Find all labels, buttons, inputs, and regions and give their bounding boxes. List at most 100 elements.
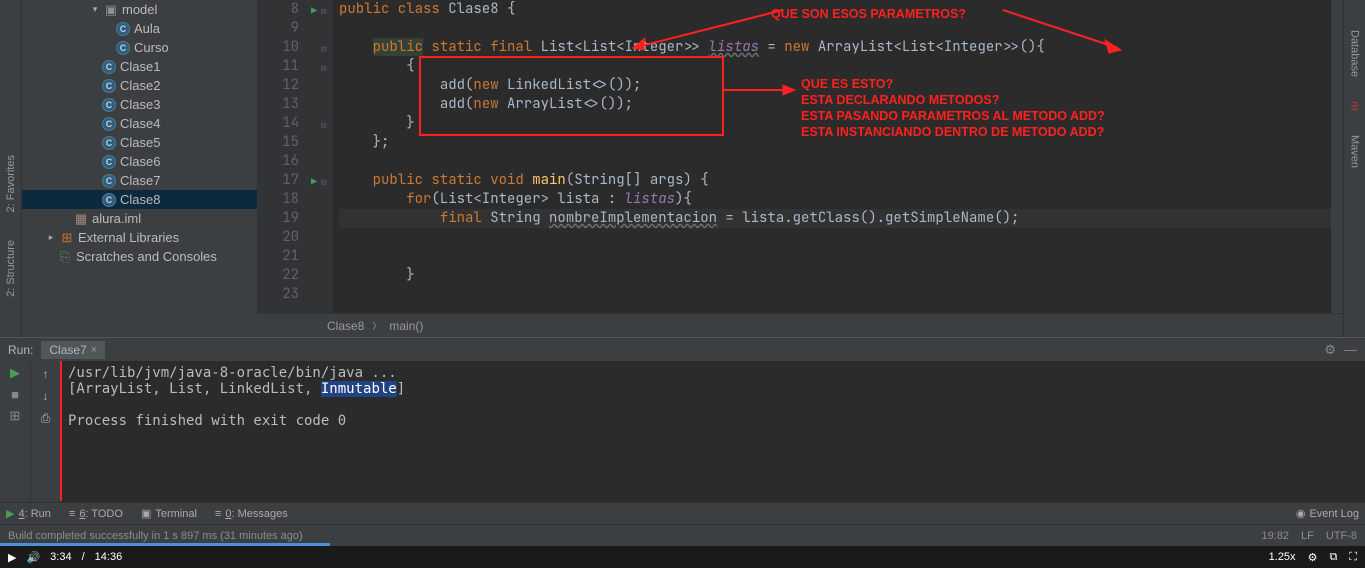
volume-icon[interactable]: 🔊 — [26, 551, 40, 564]
run-tab[interactable]: Clase7 × — [41, 341, 105, 359]
minimize-icon[interactable]: — — [1344, 342, 1357, 357]
maven-tool-icon[interactable]: m — [1349, 101, 1361, 111]
tab-event-log[interactable]: ◉Event Log — [1296, 507, 1359, 520]
tab-todo[interactable]: ≡6: TODO — [69, 508, 123, 520]
class-icon: C — [102, 98, 116, 112]
run-gutter-icon[interactable]: ▶ — [311, 172, 317, 191]
rerun-icon[interactable]: ▶ — [10, 365, 20, 381]
stop-icon[interactable]: ■ — [11, 387, 19, 402]
line-number: 13 — [257, 95, 301, 114]
tree-file-alura[interactable]: ▦ alura.iml — [22, 209, 257, 228]
tree-folder-model[interactable]: ▾ ▣ model — [22, 0, 257, 19]
breadcrumb[interactable]: Clase8 〉 main() — [257, 313, 1343, 337]
cursor-position[interactable]: 19:82 — [1261, 530, 1289, 542]
folder-icon: ▣ — [104, 3, 118, 17]
class-icon: C — [102, 117, 116, 131]
fold-icon[interactable]: ⊟ — [321, 59, 326, 78]
annotation-line: ESTA INSTANCIANDO DENTRO DE METODO ADD? — [801, 124, 1105, 140]
tab-messages[interactable]: ≡0: Messages — [215, 508, 288, 520]
line-number: 22 — [257, 266, 301, 285]
run-output[interactable]: /usr/lib/jvm/java-8-oracle/bin/java ... … — [60, 361, 1365, 502]
chevron-right-icon[interactable]: ▸ — [46, 232, 56, 243]
chevron-down-icon[interactable]: ▾ — [90, 4, 100, 15]
class-icon: C — [102, 60, 116, 74]
database-tool[interactable]: Database — [1349, 30, 1361, 77]
line-number: 9 — [257, 19, 301, 38]
maven-tool[interactable]: Maven — [1349, 135, 1361, 168]
line-sep[interactable]: LF — [1301, 530, 1314, 542]
tree-class-aula[interactable]: C Aula — [22, 19, 257, 38]
annotation-line: QUE ES ESTO? — [801, 76, 1105, 92]
project-tree[interactable]: ▾ ▣ model C Aula C Curso C Clase1 C Clas… — [22, 0, 257, 337]
arrow-icon — [723, 80, 803, 100]
favorites-tool[interactable]: 2: Favorites — [5, 155, 17, 212]
print-icon[interactable]: ⎙ — [41, 411, 51, 426]
event-log-icon: ◉ — [1296, 507, 1306, 520]
line-number: 16 — [257, 152, 301, 171]
fold-column[interactable]: ⊟ ⊟ ⊟ ⊟ ⊟ — [319, 0, 333, 313]
playback-speed[interactable]: 1.25x — [1269, 551, 1296, 563]
tab-terminal[interactable]: ▣Terminal — [141, 507, 197, 520]
down-icon[interactable]: ↓ — [43, 389, 49, 403]
left-tool-rail: 2: Favorites 2: Structure — [0, 0, 22, 337]
right-tool-rail: Database m Maven — [1343, 0, 1365, 337]
annotation-text: QUE ES ESTO? ESTA DECLARANDO METODOS? ES… — [801, 76, 1105, 140]
tree-ext-libs[interactable]: ▸ ⊞ External Libraries — [22, 228, 257, 247]
play-icon[interactable]: ▶ — [8, 551, 16, 564]
gear-icon[interactable]: ⚙ — [1324, 342, 1336, 358]
bottom-tool-tabs: ▶4: Run ≡6: TODO ▣Terminal ≡0: Messages … — [0, 502, 1365, 524]
file-icon: ▦ — [74, 212, 88, 226]
line-number: 14 — [257, 114, 301, 133]
scratches-icon: ⎘ — [58, 250, 72, 264]
editor-scrollbar[interactable] — [1331, 0, 1343, 313]
annotation-text: QUE SON ESOS PARAMETROS? — [771, 5, 966, 24]
pip-icon[interactable]: ⧉ — [1329, 551, 1337, 564]
up-icon[interactable]: ↑ — [43, 367, 49, 381]
tree-label: Scratches and Consoles — [76, 249, 217, 264]
editor[interactable]: 8 ▶ 9 10 11 12 13 14 15 16 17 ▶ 18 19 20… — [257, 0, 1343, 337]
settings-icon[interactable]: ⚙ — [1308, 551, 1318, 564]
tree-class-clase4[interactable]: C Clase4 — [22, 114, 257, 133]
tab-run[interactable]: ▶4: Run — [6, 507, 51, 520]
class-icon: C — [116, 41, 130, 55]
encoding[interactable]: UTF-8 — [1326, 530, 1357, 542]
structure-tool[interactable]: 2: Structure — [5, 240, 17, 297]
tree-class-clase1[interactable]: C Clase1 — [22, 57, 257, 76]
tree-label: alura.iml — [92, 211, 141, 226]
tree-class-clase5[interactable]: C Clase5 — [22, 133, 257, 152]
tree-class-curso[interactable]: C Curso — [22, 38, 257, 57]
fold-icon[interactable]: ⊟ — [321, 173, 326, 192]
arrow-icon — [613, 0, 793, 55]
fold-icon[interactable]: ⊟ — [321, 40, 326, 59]
breadcrumb-item[interactable]: Clase8 — [327, 319, 364, 333]
close-icon[interactable]: × — [91, 344, 97, 356]
line-number: 21 — [257, 247, 301, 266]
code-body[interactable]: public class Clase8 { public static fina… — [333, 0, 1331, 313]
class-icon: C — [102, 79, 116, 93]
fold-icon[interactable]: ⊟ — [321, 2, 326, 21]
tree-class-clase3[interactable]: C Clase3 — [22, 95, 257, 114]
run-side-toolbar: ↑ ↓ ⎙ — [30, 361, 60, 502]
breadcrumb-item[interactable]: main() — [389, 319, 423, 333]
tree-scratches[interactable]: ⎘ Scratches and Consoles — [22, 247, 257, 266]
video-progress[interactable] — [0, 543, 330, 546]
fullscreen-icon[interactable]: ⛶ — [1349, 551, 1357, 564]
fold-icon[interactable]: ⊟ — [321, 116, 326, 135]
line-number: 10 — [257, 38, 301, 57]
run-title: Run: — [8, 343, 33, 357]
tree-class-clase7[interactable]: C Clase7 — [22, 171, 257, 190]
tree-class-clase2[interactable]: C Clase2 — [22, 76, 257, 95]
code-line: final String nombreImplementacion = list… — [339, 209, 1331, 228]
tree-class-clase8[interactable]: C Clase8 — [22, 190, 257, 209]
gutter[interactable]: 8 ▶ 9 10 11 12 13 14 15 16 17 ▶ 18 19 20… — [257, 0, 319, 313]
tree-label: Clase6 — [120, 154, 160, 169]
tree-label: Clase3 — [120, 97, 160, 112]
code-line: public static final List<List<Integer>> … — [339, 38, 1331, 57]
output-line — [68, 397, 1357, 413]
tree-class-clase6[interactable]: C Clase6 — [22, 152, 257, 171]
run-gutter-icon[interactable]: ▶ — [311, 1, 317, 20]
tree-label: Curso — [134, 40, 169, 55]
layout-icon[interactable]: ⊞ — [10, 408, 21, 424]
library-icon: ⊞ — [60, 231, 74, 245]
terminal-icon: ▣ — [141, 507, 151, 520]
